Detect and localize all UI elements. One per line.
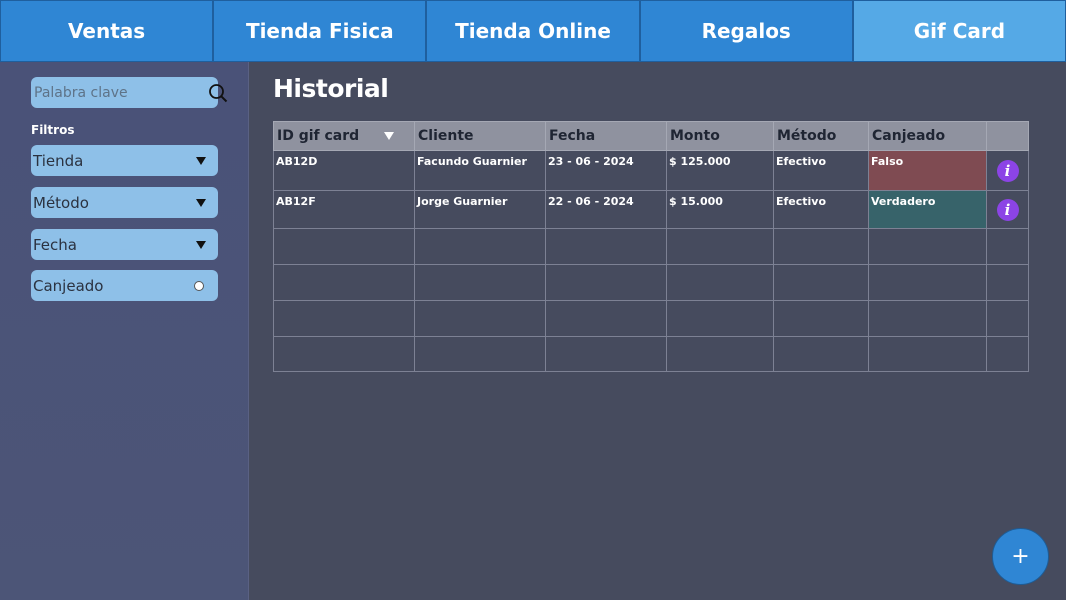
cell-id: AB12D xyxy=(273,150,415,191)
cell-cliente: Jorge Guarnier xyxy=(414,190,546,229)
empty-cell xyxy=(545,264,667,301)
empty-cell xyxy=(666,264,774,301)
column-header-monto: Monto xyxy=(666,121,774,151)
table-row-empty xyxy=(273,228,1029,265)
tab-regalos[interactable]: Regalos xyxy=(639,0,853,62)
top-tabs: Ventas Tienda Fisica Tienda Online Regal… xyxy=(0,0,1066,62)
tab-tienda-online[interactable]: Tienda Online xyxy=(426,0,640,62)
column-header-metodo: Método xyxy=(773,121,869,151)
radio-icon[interactable] xyxy=(194,280,204,291)
empty-cell xyxy=(666,336,774,372)
table-row-empty xyxy=(273,300,1029,337)
empty-cell xyxy=(868,228,987,265)
table-row[interactable]: AB12D Facundo Guarnier 23 - 06 - 2024 $ … xyxy=(273,150,1029,191)
column-header-cliente: Cliente xyxy=(414,121,546,151)
filter-tienda[interactable]: Tienda xyxy=(31,145,218,176)
chevron-down-icon xyxy=(196,156,206,165)
cell-cliente: Facundo Guarnier xyxy=(414,150,546,191)
filter-fecha[interactable]: Fecha xyxy=(31,229,218,260)
cell-monto: $ 125.000 xyxy=(666,150,774,191)
cell-canjeado: Falso xyxy=(868,150,987,191)
filter-canjeado[interactable]: Canjeado xyxy=(31,270,218,301)
tab-ventas[interactable]: Ventas xyxy=(0,0,214,62)
tab-gif-card[interactable]: Gif Card xyxy=(852,0,1066,62)
cell-fecha: 23 - 06 - 2024 xyxy=(545,150,667,191)
search-input[interactable] xyxy=(34,84,208,101)
add-button[interactable]: + xyxy=(992,528,1049,585)
column-header-id-label: ID gif card xyxy=(277,128,360,144)
sort-down-icon[interactable] xyxy=(384,132,394,140)
chevron-down-icon xyxy=(196,198,206,207)
cell-monto: $ 15.000 xyxy=(666,190,774,229)
empty-cell xyxy=(666,228,774,265)
table-row-empty xyxy=(273,336,1029,372)
chevron-down-icon xyxy=(196,240,206,249)
column-header-actions xyxy=(986,121,1029,151)
sidebar: Filtros Tienda Método Fecha Canjeado xyxy=(0,62,249,600)
empty-cell xyxy=(273,228,415,265)
table-row-empty xyxy=(273,264,1029,301)
empty-cell xyxy=(773,300,869,337)
empty-cell xyxy=(273,264,415,301)
cell-actions: i xyxy=(986,150,1029,191)
filter-fecha-label: Fecha xyxy=(33,235,77,254)
empty-cell xyxy=(414,336,546,372)
filters-label: Filtros xyxy=(31,123,75,137)
filter-metodo[interactable]: Método xyxy=(31,187,218,218)
cell-actions: i xyxy=(986,190,1029,229)
search-box xyxy=(31,77,228,108)
history-table: ID gif card Cliente Fecha Monto Método C… xyxy=(273,121,1029,372)
empty-cell xyxy=(986,264,1029,301)
cell-metodo: Efectivo xyxy=(773,190,869,229)
empty-cell xyxy=(773,264,869,301)
info-icon[interactable]: i xyxy=(996,198,1019,221)
empty-cell xyxy=(414,228,546,265)
empty-cell xyxy=(273,336,415,372)
cell-fecha: 22 - 06 - 2024 xyxy=(545,190,667,229)
filter-metodo-label: Método xyxy=(33,193,89,212)
cell-canjeado: Verdadero xyxy=(868,190,987,229)
empty-cell xyxy=(545,336,667,372)
empty-cell xyxy=(414,300,546,337)
empty-cell xyxy=(986,336,1029,372)
search-icon[interactable] xyxy=(208,82,228,104)
empty-cell xyxy=(868,336,987,372)
empty-cell xyxy=(273,300,415,337)
empty-cell xyxy=(986,300,1029,337)
empty-cell xyxy=(773,228,869,265)
column-header-fecha: Fecha xyxy=(545,121,667,151)
empty-cell xyxy=(986,228,1029,265)
empty-cell xyxy=(773,336,869,372)
empty-cell xyxy=(414,264,546,301)
empty-cell xyxy=(868,264,987,301)
cell-id: AB12F xyxy=(273,190,415,229)
empty-cell xyxy=(868,300,987,337)
tab-tienda-fisica[interactable]: Tienda Fisica xyxy=(213,0,427,62)
empty-cell xyxy=(666,300,774,337)
filter-canjeado-label: Canjeado xyxy=(33,276,104,295)
cell-metodo: Efectivo xyxy=(773,150,869,191)
page-title: Historial xyxy=(273,74,389,103)
table-row[interactable]: AB12F Jorge Guarnier 22 - 06 - 2024 $ 15… xyxy=(273,190,1029,229)
empty-cell xyxy=(545,228,667,265)
column-header-canjeado: Canjeado xyxy=(868,121,987,151)
filter-tienda-label: Tienda xyxy=(33,151,84,170)
info-icon[interactable]: i xyxy=(996,159,1019,182)
column-header-id[interactable]: ID gif card xyxy=(273,121,415,151)
empty-cell xyxy=(545,300,667,337)
table-header: ID gif card Cliente Fecha Monto Método C… xyxy=(273,121,1029,151)
